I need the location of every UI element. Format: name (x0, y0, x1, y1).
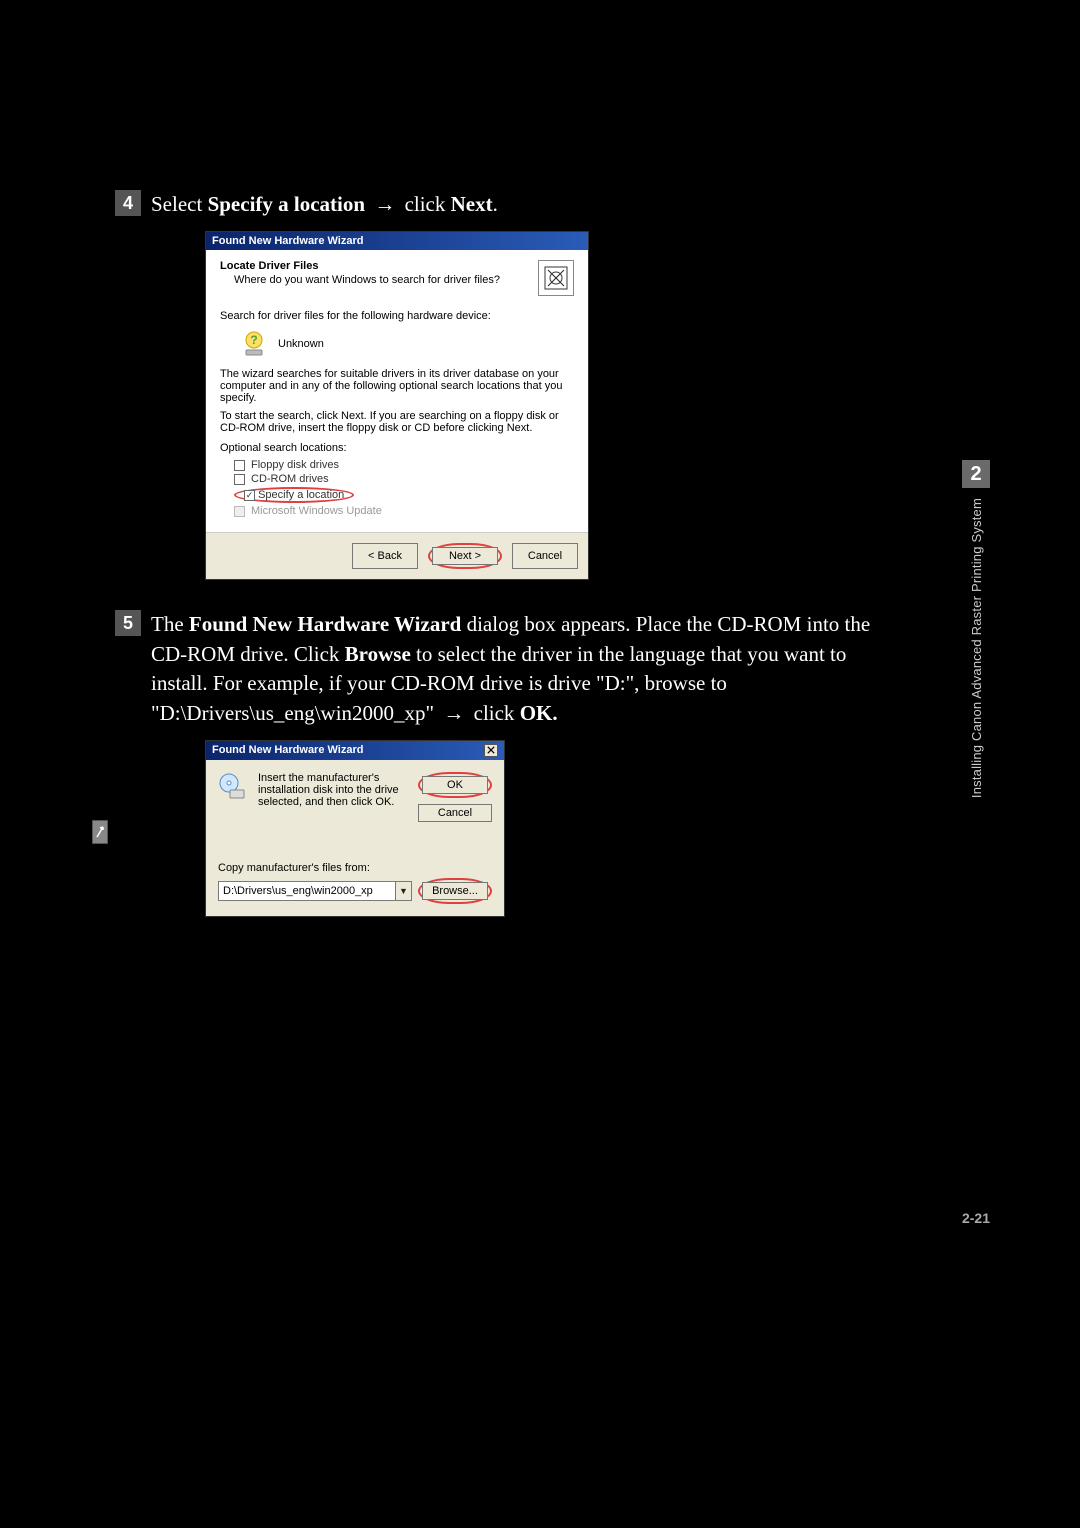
s5-b2: Browse (345, 642, 411, 666)
specify-location-highlight: ✓ Specify a location (234, 487, 354, 503)
dialog-1-screenshot: Found New Hardware Wizard Locate Driver … (205, 231, 895, 580)
device-row: ? Unknown (240, 330, 574, 358)
wizard-para-2: To start the search, click Next. If you … (220, 410, 574, 434)
copy-from-label: Copy manufacturer's files from: (218, 862, 492, 874)
s4-mid2: click (399, 192, 450, 216)
dialog-2-bottom: ▼ Browse... (218, 878, 492, 904)
cancel-button-2[interactable]: Cancel (418, 804, 492, 822)
dialog-1-title: Found New Hardware Wizard (206, 232, 588, 250)
dialog-1-header: Locate Driver Files Where do you want Wi… (220, 260, 574, 296)
checkbox-floppy[interactable] (234, 460, 245, 471)
arrow-icon: → (370, 190, 399, 219)
path-input[interactable] (219, 885, 395, 897)
ok-button[interactable]: OK (422, 776, 488, 794)
cd-disk-icon (218, 772, 248, 800)
checkbox-specify[interactable]: ✓ (244, 490, 255, 501)
dialog-2-title-text: Found New Hardware Wizard (212, 744, 363, 756)
search-for-text: Search for driver files for the followin… (220, 310, 574, 322)
checkbox-cdrom[interactable] (234, 474, 245, 485)
step-5-text: The Found New Hardware Wizard dialog box… (151, 610, 895, 728)
opt-cdrom-label: CD-ROM drives (251, 473, 329, 485)
chapter-badge: 2 (962, 460, 990, 488)
dialog-1-header-text: Locate Driver Files Where do you want Wi… (220, 260, 538, 286)
browse-button-highlight: Browse... (418, 878, 492, 904)
dialog-2-title: Found New Hardware Wizard (206, 741, 504, 760)
step-number-5: 5 (115, 610, 141, 636)
ok-button-highlight: OK (418, 772, 492, 798)
opt-specify-label: Specify a location (258, 489, 344, 501)
s5-pre: The (151, 612, 189, 636)
step-number-4: 4 (115, 190, 141, 216)
opt-floppy-label: Floppy disk drives (251, 459, 339, 471)
opt-msupdate-label: Microsoft Windows Update (251, 505, 382, 517)
side-tab: 2 Installing Canon Advanced Raster Print… (962, 460, 990, 798)
page-content: 4 Select Specify a location → click Next… (115, 190, 895, 947)
path-combobox[interactable]: ▼ (218, 881, 412, 901)
s5-b3: OK. (520, 701, 558, 725)
dialog-1-body: Locate Driver Files Where do you want Wi… (206, 250, 588, 532)
svg-text:?: ? (250, 333, 257, 347)
chevron-down-icon[interactable]: ▼ (395, 882, 411, 900)
s4-end: . (493, 192, 498, 216)
arrow-icon: → (439, 699, 468, 728)
wizard-icon (538, 260, 574, 296)
dialog-2-screenshot: Found New Hardware Wizard Insert the man… (205, 740, 895, 917)
opt-msupdate: Microsoft Windows Update (234, 504, 574, 518)
browse-button[interactable]: Browse... (422, 882, 488, 900)
back-button[interactable]: < Back (352, 543, 418, 569)
opt-cdrom: CD-ROM drives (234, 472, 574, 486)
s5-t3: click (468, 701, 519, 725)
next-button[interactable]: Next > (432, 547, 498, 565)
locate-driver-files-heading: Locate Driver Files (220, 260, 538, 272)
opt-specify: ✓ Specify a location (234, 486, 574, 504)
device-name: Unknown (278, 338, 324, 350)
dialog-1-footer: < Back Next > Cancel (206, 532, 588, 579)
page-link-icon[interactable] (92, 820, 108, 844)
unknown-device-icon: ? (240, 330, 268, 358)
checkbox-msupdate (234, 506, 245, 517)
close-icon[interactable] (484, 744, 498, 757)
wizard-dialog-locate-driver: Found New Hardware Wizard Locate Driver … (205, 231, 589, 580)
s5-b1: Found New Hardware Wizard (189, 612, 461, 636)
s4-b1: Specify a location (208, 192, 366, 216)
opt-floppy: Floppy disk drives (234, 458, 574, 472)
s4-pre: Select (151, 192, 208, 216)
dialog-2-instruction: Insert the manufacturer's installation d… (258, 772, 408, 808)
dialog-2-body: Insert the manufacturer's installation d… (206, 760, 504, 916)
optional-locations-list: Floppy disk drives CD-ROM drives ✓ Speci… (220, 458, 574, 518)
chapter-label: Installing Canon Advanced Raster Printin… (969, 498, 984, 798)
dialog-2-top: Insert the manufacturer's installation d… (218, 772, 492, 822)
step-4: 4 Select Specify a location → click Next… (115, 190, 895, 219)
optional-locations-label: Optional search locations: (220, 442, 574, 454)
wizard-dialog-insert-disk: Found New Hardware Wizard Insert the man… (205, 740, 505, 917)
step-5: 5 The Found New Hardware Wizard dialog b… (115, 610, 895, 728)
cancel-button[interactable]: Cancel (512, 543, 578, 569)
next-button-highlight: Next > (428, 543, 502, 569)
step-4-text: Select Specify a location → click Next. (151, 190, 895, 219)
wizard-para-1: The wizard searches for suitable drivers… (220, 368, 574, 404)
locate-driver-files-sub: Where do you want Windows to search for … (220, 274, 538, 286)
s4-b2: Next (451, 192, 493, 216)
dialog-2-btn-col: OK Cancel (418, 772, 492, 822)
page-number: 2-21 (962, 1210, 990, 1226)
